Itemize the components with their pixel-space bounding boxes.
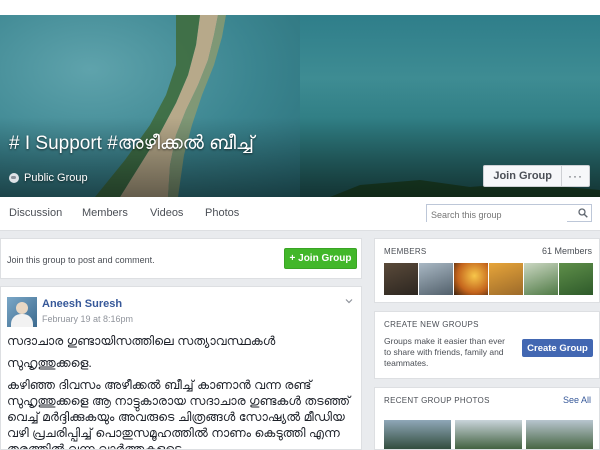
globe-icon [9,173,19,183]
tab-discussion[interactable]: Discussion [9,207,62,219]
post-card: Aneesh Suresh February 19 at 8:16pm സദാച… [0,286,362,450]
post-timestamp[interactable]: February 19 at 8:16pm [42,314,133,324]
member-photo[interactable] [559,263,593,295]
members-heading: MEMBERS [384,247,427,256]
member-photo[interactable] [489,263,523,295]
member-photo[interactable] [419,263,453,295]
privacy-label: Public Group [24,172,88,184]
join-prompt-text: Join this group to post and comment. [7,255,155,265]
recent-photo[interactable] [384,420,451,449]
member-photo[interactable] [384,263,418,295]
members-card: MEMBERS 61 Members [374,238,600,303]
post-paragraph: സദാചാര ഗുണ്ടായിസത്തിലെ സത്യാവസ്ഥകൾ [7,334,276,348]
group-privacy: Public Group [9,172,88,184]
post-author[interactable]: Aneesh Suresh [42,298,122,310]
join-prompt-card: Join this group to post and comment. + J… [0,238,362,279]
create-description: Groups make it easier than ever to share… [384,336,505,368]
members-count[interactable]: 61 Members [542,246,592,256]
more-options-button[interactable]: ··· [562,165,590,187]
cover-actions: Join Group ··· [483,165,590,187]
post-paragraph: കഴിഞ്ഞ ദിവസം അഴീക്കൽ ബീച്ച് കാണാൻ വന്ന ര… [7,378,351,450]
join-group-green-button[interactable]: + Join Group [284,248,357,269]
post-paragraph: സുഹൃത്തുക്കളെ. [7,356,92,370]
create-group-button[interactable]: Create Group [522,339,593,357]
post-body: സദാചാര ഗുണ്ടായിസത്തിലെ സത്യാവസ്ഥകൾ സുഹൃത… [7,333,359,450]
group-title: # I Support #അഴീക്കൽ ബീച്ച് [9,133,255,154]
recent-photos [384,420,593,449]
create-groups-card: CREATE NEW GROUPS Groups make it easier … [374,311,600,379]
tab-members[interactable]: Members [82,207,128,219]
recent-photo[interactable] [526,420,593,449]
member-photos [384,263,593,295]
avatar[interactable] [7,297,37,327]
search-icon[interactable] [578,208,588,218]
recent-photos-heading: RECENT GROUP PHOTOS [384,396,490,405]
tab-videos[interactable]: Videos [150,207,183,219]
recent-photos-card: RECENT GROUP PHOTOS See All [374,387,600,450]
tab-photos[interactable]: Photos [205,207,239,219]
member-photo[interactable] [454,263,488,295]
create-heading: CREATE NEW GROUPS [384,320,479,329]
join-group-button[interactable]: Join Group [483,165,562,187]
recent-photo[interactable] [455,420,522,449]
group-search [426,204,592,223]
member-photo[interactable] [524,263,558,295]
see-all-link[interactable]: See All [563,395,591,405]
chevron-down-icon[interactable] [345,297,353,305]
search-input[interactable] [427,207,567,223]
